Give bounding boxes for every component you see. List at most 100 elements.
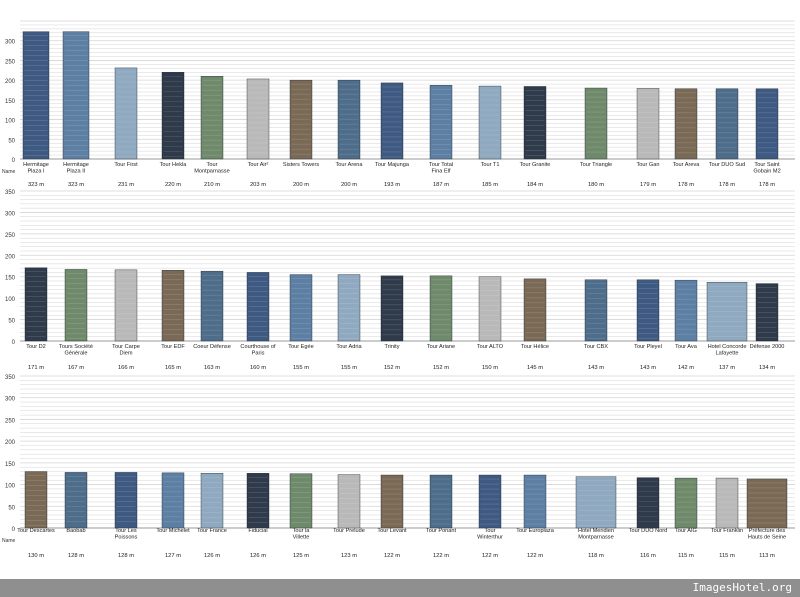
building-name-line: Tour Franklin xyxy=(711,528,743,534)
building-name-label: Tour Montparnasse xyxy=(194,162,229,175)
height-value-label: 231 m xyxy=(118,182,134,188)
building-name-label: Tour Total Fina Elf xyxy=(429,162,453,175)
building-bar xyxy=(755,88,779,160)
y-tick-label: 50 xyxy=(8,505,15,511)
building-name-label: Tour Triangle xyxy=(580,162,612,168)
building-name-label: Tour Hélice xyxy=(521,344,549,350)
building-bar xyxy=(674,88,698,160)
building-name-line: Préfecture des xyxy=(749,528,786,534)
y-tick-label: 300 xyxy=(5,397,16,403)
building-name-line: Tour Europlaza xyxy=(516,528,555,534)
building-name-line: Plaza II xyxy=(67,169,86,175)
building-name-label: Trinity xyxy=(384,344,399,350)
building-name-line: Tour D2 xyxy=(26,344,46,350)
height-value-label: 187 m xyxy=(433,182,449,188)
building-name-line: Poissons xyxy=(115,535,138,541)
height-value-label: 200 m xyxy=(341,182,357,188)
height-value-label: 122 m xyxy=(482,553,498,559)
building-name-line: Tour Ava xyxy=(675,344,698,350)
y-tick-label: 50 xyxy=(8,319,15,325)
height-value-label: 142 m xyxy=(678,365,694,371)
building-bar xyxy=(380,275,404,342)
building-name-label: Tour Saint Gobain M2 xyxy=(753,162,780,175)
footer-bar: ImagesHotel.org xyxy=(0,579,800,597)
building-name-line: Tour xyxy=(207,162,218,168)
y-tick-label: 0 xyxy=(12,527,16,533)
building-bar xyxy=(161,270,185,342)
building-bar xyxy=(200,75,224,160)
building-name-label: Tour Egée xyxy=(288,344,314,350)
building-bar xyxy=(289,473,313,529)
building-bar xyxy=(200,473,224,529)
watermark: ImagesHotel.org xyxy=(692,581,792,594)
y-tick-label: 50 xyxy=(8,138,15,144)
building-name-label: Préfecture des Hauts de Seine xyxy=(748,528,786,541)
y-tick-label: 250 xyxy=(5,418,16,424)
building-name-label: Tour la Villette xyxy=(293,528,311,541)
building-name-line: Tour First xyxy=(114,162,138,168)
building-name-label: Baobab xyxy=(66,528,85,534)
building-bar xyxy=(380,474,404,529)
building-name-label: Tour France xyxy=(197,528,227,534)
building-name-label: Tour Prelude xyxy=(333,528,365,534)
building-name-line: Tour Triangle xyxy=(580,162,612,168)
building-bar xyxy=(429,474,453,529)
y-tick-label: 250 xyxy=(5,233,16,239)
building-name-label: Hotel Concorde Lafayette xyxy=(708,344,747,357)
building-name-label: Tour DUO Sud xyxy=(709,162,745,168)
building-name-label: Tour Gan xyxy=(636,162,659,168)
y-tick-label: 350 xyxy=(5,375,16,381)
building-bar xyxy=(429,275,453,342)
building-name-label: Tour EDF xyxy=(161,344,185,350)
building-name-line: Tour Pleyel xyxy=(634,344,662,350)
height-value-label: 128 m xyxy=(68,553,84,559)
building-name-label: Hotel Meridien Montparnasse xyxy=(578,528,614,541)
building-name-line: Hotel Meridien xyxy=(578,528,614,534)
y-tick-label: 200 xyxy=(5,440,16,446)
building-name-line: Tours Société xyxy=(59,344,93,350)
building-bar xyxy=(337,474,361,529)
building-bar xyxy=(429,85,453,160)
height-value-label: 118 m xyxy=(588,553,604,559)
building-name-label: Tour Franklin xyxy=(711,528,743,534)
height-value-label: 152 m xyxy=(433,365,449,371)
building-bar xyxy=(246,78,270,160)
building-bar xyxy=(161,472,185,529)
building-name-line: Tour la xyxy=(293,528,311,534)
height-value-label: 125 m xyxy=(293,553,309,559)
building-name-line: Fiducial xyxy=(248,528,267,534)
building-bar xyxy=(746,478,788,529)
y-tick-label: 150 xyxy=(5,462,16,468)
building-name-label: Hermitage Plaza I xyxy=(23,162,49,175)
height-value-label: 178 m xyxy=(678,182,694,188)
y-tick-label: 100 xyxy=(5,484,16,490)
building-bar xyxy=(674,477,698,529)
building-name-line: Tour Arena xyxy=(335,162,363,168)
height-value-label: 123 m xyxy=(341,553,357,559)
building-name-line: Gobain M2 xyxy=(753,169,780,175)
building-bar xyxy=(478,276,502,342)
building-name-line: Diem xyxy=(119,351,132,357)
building-name-line: Lafayette xyxy=(715,351,738,357)
height-value-label: 134 m xyxy=(759,365,775,371)
building-name-label: Tour ALTO xyxy=(477,344,504,350)
building-bar xyxy=(636,88,660,160)
building-name-line: Tour Hekla xyxy=(160,162,188,168)
height-value-label: 178 m xyxy=(719,182,735,188)
building-bar xyxy=(636,477,660,529)
building-name-line: Générale xyxy=(64,351,87,357)
building-name-label: Tour First xyxy=(114,162,138,168)
y-tick-label: 0 xyxy=(12,340,16,346)
building-name-label: Tour CBX xyxy=(584,344,608,350)
building-name-line: Tour Ariane xyxy=(427,344,455,350)
building-name-line: Tour Michelet xyxy=(156,528,190,534)
height-value-label: 178 m xyxy=(759,182,775,188)
y-tick-label: 200 xyxy=(5,79,16,85)
building-bar xyxy=(289,79,313,160)
building-name-label: Tour Hekla xyxy=(160,162,188,168)
y-tick-label: 100 xyxy=(5,297,16,303)
height-value-label: 200 m xyxy=(293,182,309,188)
building-name-label: Tour Les Poissons xyxy=(115,528,138,541)
height-value-label: 323 m xyxy=(28,182,44,188)
height-value-label: 113 m xyxy=(759,553,775,559)
